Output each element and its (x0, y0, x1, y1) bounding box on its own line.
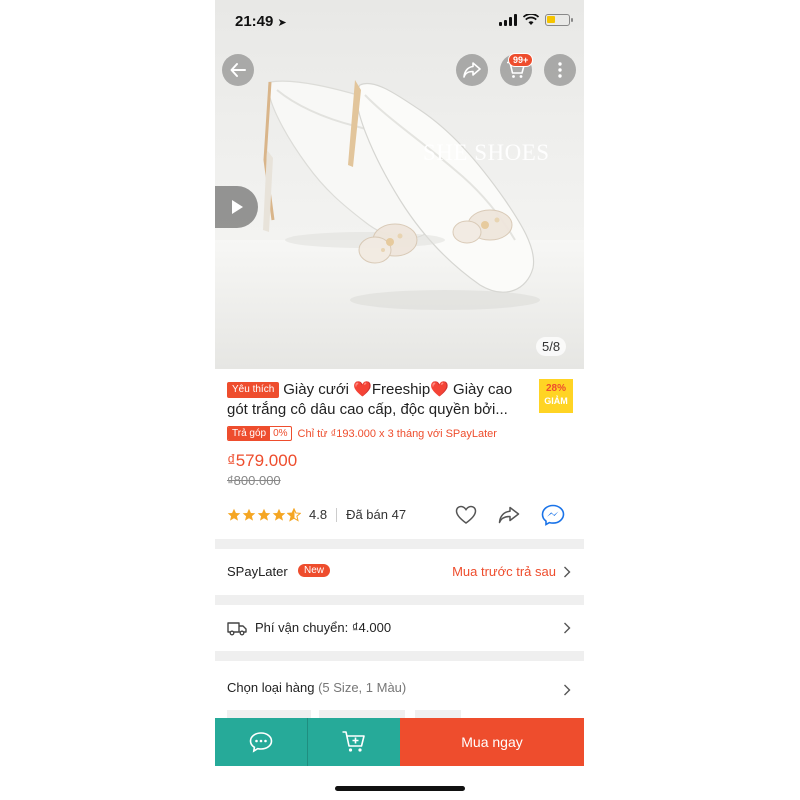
home-indicator (335, 786, 465, 791)
installment-rate: 0% (273, 428, 288, 439)
heart-icon (455, 505, 477, 524)
messenger-button[interactable] (541, 504, 565, 526)
product-title: Yêu thích Giày cưới ❤️Freeship❤️ Giày cao… (227, 380, 537, 420)
signal-icon (499, 14, 517, 26)
status-time: 21:49 ➤ (235, 13, 287, 30)
shipping-row[interactable]: Phí vận chuyển: ₫4.000 (215, 605, 584, 651)
product-info: Yêu thích Giày cưới ❤️Freeship❤️ Giày cao… (215, 369, 584, 539)
bottom-action-bar: Mua ngay (215, 718, 584, 766)
original-price: ₫800.000 (227, 473, 281, 488)
location-icon: ➤ (277, 17, 287, 29)
discount-label: GIẢM (544, 396, 568, 406)
shipping-label: Phí vận chuyển: ₫4.000 (255, 620, 392, 635)
favorite-badge: Yêu thích (227, 382, 280, 398)
status-time-text: 21:49 (235, 13, 274, 30)
chevron-right-icon (564, 566, 571, 578)
add-to-cart-button[interactable] (308, 718, 400, 766)
spaylater-label: SPayLater (227, 564, 288, 579)
chevron-right-icon (564, 684, 571, 696)
chat-button[interactable] (215, 718, 307, 766)
image-watermark: SHE SHOES (423, 140, 550, 165)
installment-tag-label: Trả góp (228, 427, 271, 440)
star-half-icon (287, 507, 301, 522)
more-button[interactable] (544, 54, 576, 86)
section-gap (215, 539, 584, 549)
variant-label: Chọn loại hàng (227, 680, 315, 695)
discount-percent: 28% (545, 383, 566, 394)
product-price: ₫579.000 (227, 451, 298, 470)
cart-count-badge: 99+ (508, 53, 534, 67)
section-gap (215, 595, 584, 605)
more-vertical-icon (558, 62, 562, 78)
like-button[interactable] (454, 504, 478, 526)
messenger-icon (541, 504, 565, 526)
installment-text: Chỉ từ ₫193.000 x 3 tháng với SPayLater (297, 427, 497, 440)
star-icon (242, 508, 256, 521)
chevron-right-icon (564, 622, 571, 634)
spaylater-right-text: Mua trước trả sau (452, 564, 556, 579)
share-product-button[interactable] (497, 504, 521, 526)
spaylater-row[interactable]: SPayLater New Mua trước trả sau (215, 549, 584, 595)
chat-icon (249, 732, 273, 753)
new-badge: New (298, 564, 331, 577)
back-button[interactable] (222, 54, 254, 86)
truck-icon (227, 622, 247, 636)
battery-icon (545, 14, 573, 26)
share-icon (463, 62, 481, 78)
buy-now-button[interactable]: Mua ngay (400, 718, 584, 766)
discount-badge: 28% GIẢM (539, 379, 573, 413)
share-button[interactable] (456, 54, 488, 86)
variant-label-group: Chọn loại hàng (5 Size, 1 Màu) (227, 680, 406, 695)
rating-row[interactable]: 4.8 Đã bán 47 (227, 507, 406, 522)
phone-screen: SHE SHOES 21:49 ➤ 99+ 5/8 Yêu thích Giày… (215, 0, 584, 800)
rating-stars (227, 507, 301, 522)
star-icon (257, 508, 271, 521)
installment-row[interactable]: Trả góp 0% Chỉ từ ₫193.000 x 3 tháng với… (227, 426, 497, 441)
star-icon (227, 508, 241, 521)
sold-count: Đã bán 47 (346, 507, 407, 522)
rating-value: 4.8 (309, 507, 328, 522)
play-video-button[interactable] (215, 186, 258, 228)
installment-tag: Trả góp 0% (227, 426, 292, 441)
status-indicators (499, 14, 573, 26)
wifi-icon (523, 14, 539, 25)
status-bar: 21:49 ➤ (215, 0, 584, 44)
share-icon (498, 506, 520, 524)
variant-sub: (5 Size, 1 Màu) (318, 680, 407, 695)
rating-divider (336, 507, 338, 522)
image-counter: 5/8 (536, 337, 567, 356)
star-icon (272, 508, 286, 521)
arrow-left-icon (230, 63, 246, 77)
play-icon (231, 200, 243, 214)
section-gap (215, 651, 584, 661)
variant-row[interactable]: Chọn loại hàng (5 Size, 1 Màu) (215, 662, 584, 720)
cart-plus-icon (342, 731, 365, 752)
